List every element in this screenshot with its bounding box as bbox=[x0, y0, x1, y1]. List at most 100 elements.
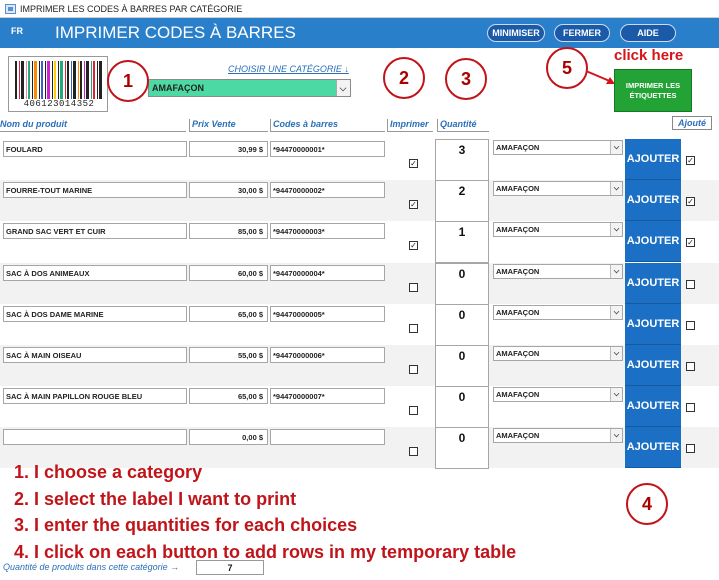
added-checkbox[interactable]: ✓ bbox=[686, 197, 695, 206]
product-price-field[interactable]: 60,00 $ bbox=[189, 265, 268, 281]
added-checkbox[interactable] bbox=[686, 403, 695, 412]
product-name-field[interactable]: SAC À MAIN PAPILLON ROUGE BLEU bbox=[3, 388, 187, 404]
quantity-field[interactable]: 0 bbox=[435, 304, 489, 346]
product-barcode-field[interactable]: *94470000004* bbox=[270, 265, 385, 281]
row-category-select[interactable]: AMAFAÇON bbox=[493, 305, 623, 320]
print-labels-button[interactable]: IMPRIMER LES ÉTIQUETTES bbox=[614, 69, 692, 112]
add-row-button[interactable]: AJOUTER bbox=[625, 345, 681, 386]
add-row-button[interactable]: AJOUTER bbox=[625, 427, 681, 468]
row-category-value: AMAFAÇON bbox=[496, 431, 540, 440]
product-price-field[interactable]: 55,00 $ bbox=[189, 347, 268, 363]
column-header-added: Ajouté bbox=[672, 116, 712, 130]
product-barcode-field[interactable]: *94470000003* bbox=[270, 223, 385, 239]
print-checkbox[interactable] bbox=[409, 447, 418, 456]
category-select[interactable]: AMAFAÇON bbox=[148, 79, 351, 97]
add-row-button[interactable]: AJOUTER bbox=[625, 180, 681, 221]
barcode-logo: 406123014352 bbox=[8, 56, 108, 112]
barcode-digits: 406123014352 bbox=[23, 99, 95, 109]
column-header-name: Nom du produit bbox=[0, 119, 186, 132]
row-category-select[interactable]: AMAFAÇON bbox=[493, 264, 623, 279]
print-checkbox[interactable] bbox=[409, 406, 418, 415]
row-category-select[interactable]: AMAFAÇON bbox=[493, 346, 623, 361]
row-category-select[interactable]: AMAFAÇON bbox=[493, 428, 623, 443]
product-name-field[interactable]: FOULARD bbox=[3, 141, 187, 157]
minimize-button[interactable]: MINIMISER bbox=[487, 24, 545, 42]
product-name-field[interactable]: SAC À DOS ANIMEAUX bbox=[3, 265, 187, 281]
added-checkbox[interactable]: ✓ bbox=[686, 238, 695, 247]
table-row: SAC À DOS DAME MARINE 65,00 $ *94470000005… bbox=[0, 304, 719, 346]
page-title: IMPRIMER CODES À BARRES bbox=[55, 23, 296, 42]
product-price-field[interactable]: 0,00 $ bbox=[189, 429, 268, 445]
product-barcode-field[interactable] bbox=[270, 429, 385, 445]
row-category-dropdown[interactable] bbox=[610, 388, 622, 401]
added-checkbox[interactable] bbox=[686, 444, 695, 453]
print-checkbox[interactable] bbox=[409, 324, 418, 333]
table-row: FOULARD 30,99 $ *94470000001* ✓ 3 AMAFAÇON AJO… bbox=[0, 139, 719, 181]
product-barcode-field[interactable]: *94470000001* bbox=[270, 141, 385, 157]
help-button[interactable]: AIDE bbox=[620, 24, 676, 42]
chevron-down-icon bbox=[339, 84, 347, 92]
product-barcode-field[interactable]: *94470000007* bbox=[270, 388, 385, 404]
print-checkbox[interactable]: ✓ bbox=[409, 241, 418, 250]
add-row-button[interactable]: AJOUTER bbox=[625, 139, 681, 180]
quantity-field[interactable]: 0 bbox=[435, 345, 489, 387]
row-category-dropdown[interactable] bbox=[610, 429, 622, 442]
add-row-button[interactable]: AJOUTER bbox=[625, 386, 681, 427]
product-price-field[interactable]: 30,00 $ bbox=[189, 182, 268, 198]
chevron-down-icon bbox=[613, 267, 620, 274]
product-barcode-field[interactable]: *94470000006* bbox=[270, 347, 385, 363]
print-checkbox[interactable] bbox=[409, 365, 418, 374]
product-name-field[interactable]: SAC À MAIN OISEAU bbox=[3, 347, 187, 363]
product-price-field[interactable]: 30,99 $ bbox=[189, 141, 268, 157]
add-row-button[interactable]: AJOUTER bbox=[625, 304, 681, 345]
click-here-annotation: click here bbox=[614, 47, 684, 64]
category-dropdown-button[interactable] bbox=[336, 80, 350, 96]
chevron-down-icon bbox=[613, 184, 620, 191]
added-checkbox[interactable] bbox=[686, 280, 695, 289]
print-checkbox[interactable] bbox=[409, 283, 418, 292]
product-price-field[interactable]: 65,00 $ bbox=[189, 306, 268, 322]
print-checkbox[interactable]: ✓ bbox=[409, 200, 418, 209]
quantity-field[interactable]: 3 bbox=[435, 139, 489, 181]
product-name-field[interactable]: SAC À DOS DAME MARINE bbox=[3, 306, 187, 322]
row-category-dropdown[interactable] bbox=[610, 347, 622, 360]
chevron-down-icon bbox=[613, 390, 620, 397]
row-category-select[interactable]: AMAFAÇON bbox=[493, 181, 623, 196]
chevron-down-icon bbox=[613, 308, 620, 315]
row-category-select[interactable]: AMAFAÇON bbox=[493, 222, 623, 237]
add-row-button[interactable]: AJOUTER bbox=[625, 221, 681, 262]
added-checkbox[interactable] bbox=[686, 321, 695, 330]
instruction-line: 1. I choose a category bbox=[14, 462, 203, 482]
added-checkbox[interactable]: ✓ bbox=[686, 156, 695, 165]
quantity-field[interactable]: 1 bbox=[435, 221, 489, 263]
row-category-value: AMAFAÇON bbox=[496, 349, 540, 358]
product-price-field[interactable]: 65,00 $ bbox=[189, 388, 268, 404]
product-barcode-field[interactable]: *94470000002* bbox=[270, 182, 385, 198]
row-category-select[interactable]: AMAFAÇON bbox=[493, 140, 623, 155]
quantity-field[interactable]: 2 bbox=[435, 180, 489, 222]
row-category-dropdown[interactable] bbox=[610, 265, 622, 278]
row-category-select[interactable]: AMAFAÇON bbox=[493, 387, 623, 402]
close-button[interactable]: FERMER bbox=[554, 24, 610, 42]
add-row-button[interactable]: AJOUTER bbox=[625, 263, 681, 304]
product-barcode-field[interactable]: *94470000005* bbox=[270, 306, 385, 322]
annotation-step-1: 1 bbox=[107, 60, 149, 102]
annotation-arrow-icon bbox=[585, 70, 615, 84]
quantity-field[interactable]: 0 bbox=[435, 386, 489, 428]
row-category-dropdown[interactable] bbox=[610, 141, 622, 154]
column-header-print: Imprimer bbox=[387, 119, 433, 132]
product-price-field[interactable]: 85,00 $ bbox=[189, 223, 268, 239]
row-category-dropdown[interactable] bbox=[610, 306, 622, 319]
choose-category-link[interactable]: CHOISIR UNE CATÉGORIE ↓ bbox=[228, 64, 349, 74]
product-name-field[interactable] bbox=[3, 429, 187, 445]
product-name-field[interactable]: FOURRE-TOUT MARINE bbox=[3, 182, 187, 198]
quantity-field[interactable]: 0 bbox=[435, 263, 489, 305]
column-header-quantity: Quantité bbox=[437, 119, 489, 132]
print-checkbox[interactable]: ✓ bbox=[409, 159, 418, 168]
added-checkbox[interactable] bbox=[686, 362, 695, 371]
row-category-dropdown[interactable] bbox=[610, 182, 622, 195]
row-category-value: AMAFAÇON bbox=[496, 267, 540, 276]
product-name-field[interactable]: GRAND SAC VERT ET CUIR bbox=[3, 223, 187, 239]
row-category-dropdown[interactable] bbox=[610, 223, 622, 236]
language-toggle[interactable]: FR bbox=[11, 26, 23, 36]
